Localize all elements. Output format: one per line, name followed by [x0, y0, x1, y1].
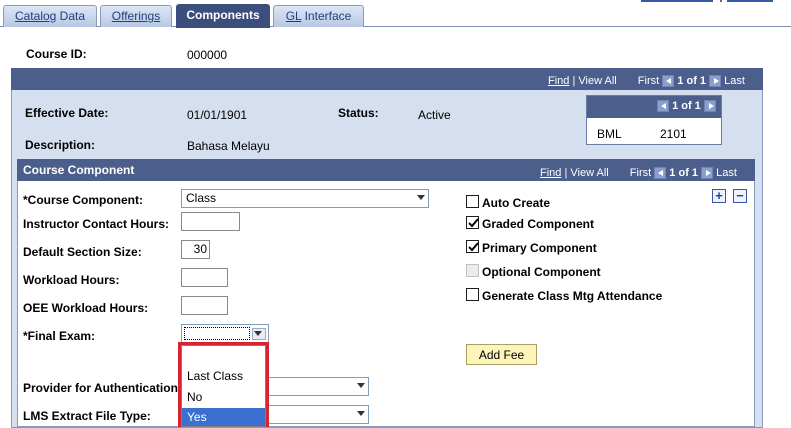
section-size-label: Default Section Size:	[23, 245, 142, 259]
main-nav-sep: |	[572, 75, 576, 87]
tab-catalog-data-label: Catalog Data	[14, 9, 86, 23]
lms-chevron-down-icon	[356, 409, 366, 419]
component-nav-sep: |	[564, 167, 568, 179]
final-exam-label: *Final Exam:	[23, 329, 96, 343]
component-last-link[interactable]: Last	[716, 167, 737, 179]
side-next-icon[interactable]	[703, 100, 716, 113]
auto-create-checkbox[interactable]	[466, 195, 479, 208]
component-prev-icon[interactable]	[654, 167, 667, 180]
main-find-link[interactable]: Find	[548, 75, 569, 87]
tab-offerings-label: Offerings	[111, 9, 161, 23]
side-grid-position: 1 of 1	[672, 100, 701, 112]
tab-gl-interface[interactable]: GL Interface	[273, 5, 364, 27]
instructor-hours-input[interactable]	[181, 212, 240, 231]
course-id-value: 000000	[187, 48, 228, 62]
effective-date-value: 01/01/1901	[187, 108, 248, 122]
primary-component-checkbox[interactable]	[466, 240, 479, 253]
tab-offerings[interactable]: Offerings	[100, 5, 172, 27]
final-exam-options-list: Last Class No Yes	[181, 345, 266, 427]
side-grid-col1: BML	[597, 127, 622, 141]
workload-input[interactable]	[181, 268, 228, 287]
chevron-down-icon	[416, 193, 426, 203]
graded-component-checkbox[interactable]	[466, 216, 479, 229]
final-exam-chevron-down-icon[interactable]	[252, 328, 266, 340]
side-prev-icon[interactable]	[657, 100, 669, 113]
remove-row-icon[interactable]: −	[733, 189, 747, 203]
course-id-label: Course ID:	[26, 47, 87, 61]
status-label: Status:	[338, 106, 379, 120]
component-next-icon[interactable]	[701, 167, 714, 180]
course-component-value: Class	[186, 191, 217, 205]
option-last-class[interactable]: Last Class	[182, 367, 268, 385]
side-grid-nav: 1 of 1	[657, 100, 716, 113]
main-view-all-link[interactable]: View All	[578, 75, 616, 87]
tab-components-label: Components	[186, 8, 260, 22]
optional-component-label: Optional Component	[482, 265, 601, 279]
component-nav-position: 1 of 1	[669, 167, 699, 179]
auto-create-label: Auto Create	[482, 196, 551, 210]
component-first-link[interactable]: First	[630, 167, 651, 179]
tab-bar: Catalog Data Offerings Components GL Int…	[0, 0, 791, 28]
side-grid-col2: 2101	[660, 127, 687, 141]
effective-date-label: Effective Date:	[25, 106, 109, 120]
oee-workload-label: OEE Workload Hours:	[23, 301, 149, 315]
provider-chevron-down-icon	[356, 381, 366, 391]
main-last-link[interactable]: Last	[724, 75, 745, 87]
main-nav-position: 1 of 1	[677, 75, 707, 87]
optional-component-checkbox	[466, 264, 479, 277]
final-exam-focus-ring	[184, 327, 250, 340]
course-component-select[interactable]: Class	[181, 189, 429, 208]
course-component-label: *Course Component:	[23, 193, 143, 207]
checkmark-icon	[468, 242, 479, 252]
graded-component-label: Graded Component	[482, 217, 595, 231]
main-scroll-nav: Find | View All First 1 of 1 Last	[548, 75, 745, 88]
tab-components[interactable]: Components	[176, 4, 270, 28]
generate-attendance-label: Generate Class Mtg Attendance	[482, 289, 663, 303]
description-value: Bahasa Melayu	[187, 139, 270, 153]
workload-label: Workload Hours:	[23, 273, 120, 287]
add-fee-button[interactable]: Add Fee	[466, 344, 537, 365]
checkmark-icon	[468, 218, 479, 228]
side-grid: 1 of 1 BML 2101	[586, 95, 722, 145]
generate-attendance-checkbox[interactable]	[466, 288, 479, 301]
tab-catalog-data[interactable]: Catalog Data	[3, 5, 97, 27]
component-find-link[interactable]: Find	[540, 167, 561, 179]
component-nav: Find | View All First 1 of 1 Last	[540, 167, 737, 180]
lms-label: LMS Extract File Type:	[23, 409, 151, 423]
main-first-link[interactable]: First	[638, 75, 659, 87]
add-row-icon[interactable]: +	[712, 189, 726, 203]
main-next-icon[interactable]	[709, 75, 722, 88]
option-yes[interactable]: Yes	[182, 408, 265, 426]
primary-component-label: Primary Component	[482, 241, 597, 255]
option-no[interactable]: No	[182, 388, 268, 406]
section-size-input[interactable]: 30	[181, 240, 210, 259]
final-exam-select[interactable]	[181, 324, 269, 343]
instructor-hours-label: Instructor Contact Hours:	[23, 217, 170, 231]
status-value: Active	[418, 108, 451, 122]
oee-workload-input[interactable]	[181, 296, 228, 315]
tab-gl-interface-label: GL Interface	[285, 9, 352, 23]
component-view-all-link[interactable]: View All	[570, 167, 608, 179]
main-prev-icon[interactable]	[662, 75, 675, 88]
provider-label: Provider for Authentication	[23, 381, 178, 395]
component-section-title: Course Component	[23, 163, 135, 177]
description-label: Description:	[25, 138, 96, 152]
